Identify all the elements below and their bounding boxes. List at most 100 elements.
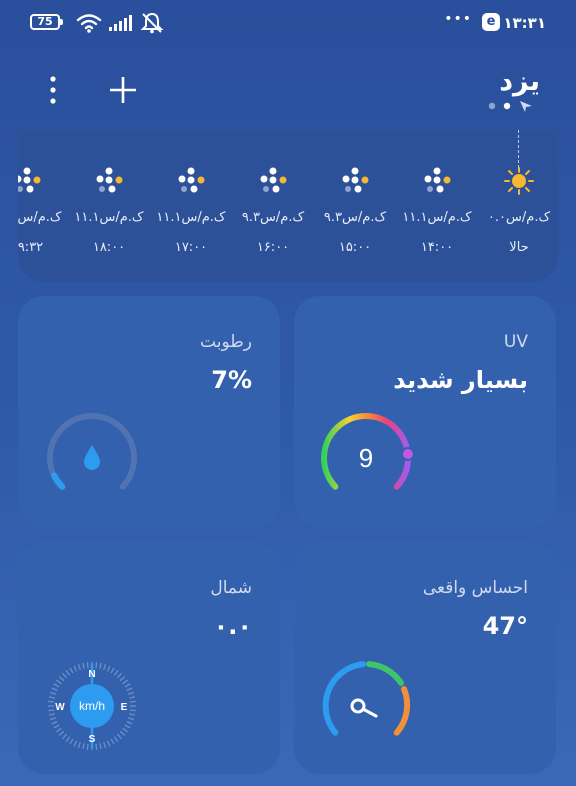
compass-tick: [53, 724, 60, 729]
compass-tick: [69, 738, 74, 745]
compass-tick: [113, 736, 119, 742]
compass-tick: [99, 662, 102, 669]
compass-tick: [65, 736, 71, 742]
hour-time: ۱۸:۰۰: [92, 240, 126, 255]
compass-tick: [124, 724, 131, 729]
compass-n: N: [88, 669, 95, 680]
uv-card[interactable]: UV بسیار شدید 9: [294, 296, 556, 528]
hour-wind: ۱۱.۱ک.م/س: [18, 210, 62, 225]
compass-tick: [58, 730, 65, 736]
compass-tick: [110, 738, 115, 745]
compass-tick: [129, 700, 136, 703]
hour-item: ۹.۳ک.م/س ۱۶:۰۰: [232, 130, 314, 282]
humidity-card[interactable]: رطوبت 7%: [18, 296, 280, 528]
hour-time: ۱۹:۳۲: [18, 240, 44, 255]
compass-tick: [48, 713, 55, 716]
hour-time: ۱۷:۰۰: [174, 240, 208, 255]
water-drop-icon: [84, 445, 100, 470]
page-indicator: [488, 101, 532, 112]
hour-time: ۱۶:۰۰: [256, 240, 290, 255]
compass-tick: [77, 741, 81, 749]
feels-like-value: 47°: [482, 612, 528, 640]
compass-tick: [122, 727, 128, 733]
compass-tick: [106, 665, 111, 672]
uv-gauge: 9: [321, 413, 414, 490]
plus-icon[interactable]: [108, 75, 138, 105]
location-arrow-icon: [520, 101, 532, 112]
compass-tick: [126, 720, 133, 725]
compass-tick: [95, 662, 98, 669]
compass-tick: [126, 687, 133, 692]
wind-speed: ۰.۰: [213, 612, 252, 640]
compass-tick: [77, 663, 81, 671]
uv-value: 9: [359, 443, 373, 473]
signal-icon: [109, 15, 132, 31]
compass-tick: [56, 727, 62, 733]
humidity-title: رطوبت: [200, 332, 252, 352]
wind-compass: km/h N S E W: [48, 662, 136, 750]
hour-item: ۱۱.۱ک.م/س ۱۷:۰۰: [150, 130, 232, 282]
weather-dots-icon: [260, 167, 287, 193]
compass-tick: [48, 696, 55, 699]
compass-tick: [119, 676, 126, 682]
compass-tick: [129, 696, 136, 699]
compass-tick: [49, 691, 57, 695]
hour-time: ۱۵:۰۰: [338, 240, 372, 255]
compass-tick: [51, 687, 58, 692]
wind-unit: km/h: [79, 699, 105, 713]
compass-tick: [73, 740, 78, 747]
sun-icon: [504, 167, 534, 195]
city-name[interactable]: یزد: [499, 66, 540, 97]
compass-tick: [122, 679, 128, 685]
compass-e: E: [121, 702, 128, 713]
hourly-forecast[interactable]: ۰.۰ک.م/س حالا ۱۱.۱ک.م/س ۱۴:۰۰ ۹.۳ک.م/س ۱…: [18, 130, 558, 282]
compass-tick: [129, 713, 136, 716]
compass-tick: [127, 717, 135, 721]
edge-icon: e: [482, 13, 500, 31]
hour-wind: ۹.۳ک.م/س: [323, 210, 387, 225]
hour-item: ۹.۳ک.م/س ۱۵:۰۰: [314, 130, 396, 282]
feels-like-title: احساس واقعی: [422, 578, 528, 598]
battery-icon: 75: [30, 14, 63, 30]
compass-tick: [82, 743, 85, 750]
humidity-value: 7%: [211, 366, 252, 394]
feels-like-card[interactable]: احساس واقعی 47°: [294, 542, 556, 774]
compass-tick: [127, 691, 135, 695]
humidity-fill: [51, 472, 66, 490]
more-vertical-icon[interactable]: [44, 74, 62, 108]
compass-tick: [86, 662, 89, 669]
compass-tick: [48, 709, 55, 712]
more-status-icon: •••: [444, 11, 472, 27]
uv-level: بسیار شدید: [393, 366, 528, 394]
weather-dots-icon: [424, 167, 451, 193]
hour-item: ۱۱.۱ک.م/س ۱۹:۳۲: [18, 130, 68, 282]
compass-tick: [65, 670, 71, 676]
compass-tick: [69, 667, 74, 674]
compass-tick: [129, 709, 136, 712]
hour-wind: ۰.۰ک.م/س: [487, 210, 551, 225]
hour-wind: ۱۱.۱ک.م/س: [74, 210, 144, 225]
hour-wind: ۹.۳ک.م/س: [241, 210, 305, 225]
compass-tick: [95, 743, 98, 750]
hour-item: ۱۱.۱ک.م/س ۱۸:۰۰: [68, 130, 150, 282]
compass-tick: [106, 740, 111, 747]
uv-marker: [400, 447, 414, 461]
compass-tick: [62, 733, 68, 740]
wind-direction: شمال: [210, 578, 252, 598]
hour-item-now: ۰.۰ک.م/س حالا: [478, 130, 558, 282]
wind-card[interactable]: شمال ۰.۰ km/h N S E W: [18, 542, 280, 774]
compass-tick: [124, 683, 131, 688]
compass-tick: [73, 665, 78, 672]
compass-tick: [116, 733, 122, 740]
compass-tick: [82, 662, 85, 669]
weather-dots-icon: [178, 167, 205, 193]
compass-tick: [103, 741, 107, 749]
compass-tick: [116, 672, 122, 679]
compass-tick: [103, 663, 107, 671]
hour-time: حالا: [509, 240, 529, 255]
hour-time: ۱۴:۰۰: [420, 240, 454, 255]
compass-tick: [51, 720, 58, 725]
compass-tick: [113, 670, 119, 676]
weather-dots-icon: [96, 167, 123, 193]
needle: [361, 707, 378, 718]
